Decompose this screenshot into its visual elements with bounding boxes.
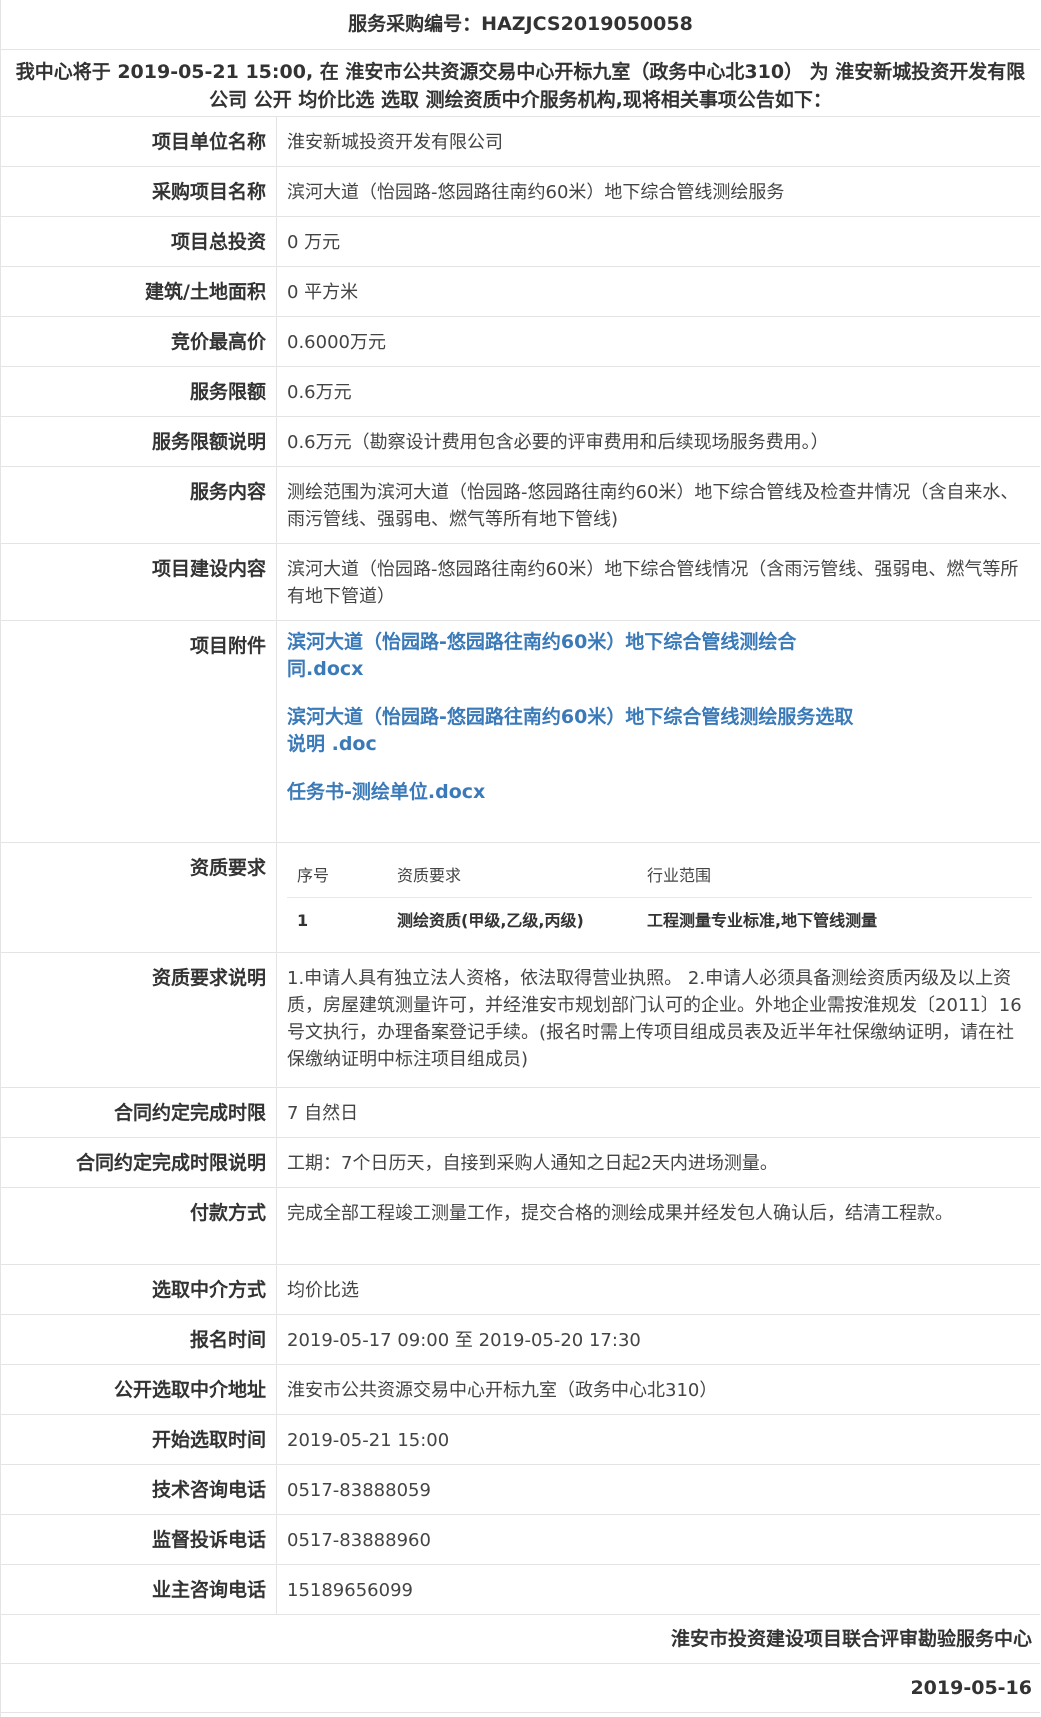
row-value: 2019-05-17 09:00 至 2019-05-20 17:30: [287, 1330, 641, 1351]
row-label: 技术咨询电话: [1, 1465, 277, 1514]
announcement-page: 服务采购编号：HAZJCS2019050058 我中心将于 2019-05-21…: [0, 0, 1040, 1717]
row-label: 选取中介方式: [1, 1265, 277, 1314]
row-label: 监督投诉电话: [1, 1515, 277, 1564]
row-build-content: 项目建设内容 滨河大道（怡园路-悠园路往南约60米）地下综合管线情况（含雨污管线…: [1, 544, 1040, 621]
row-max-price: 竞价最高价 0.6000万元: [1, 317, 1040, 367]
row-label: 服务内容: [1, 467, 277, 543]
row-area: 建筑/土地面积 0 平方米: [1, 267, 1040, 317]
row-label: 项目单位名称: [1, 117, 277, 166]
qualification-table-wrap: 序号 资质要求 行业范围 1 测绘资质(甲级,乙级,丙级) 工程测量专业标准,地…: [277, 843, 1040, 952]
row-payment: 付款方式 完成全部工程竣工测量工作，提交合格的测绘成果并经发包人确认后，结清工程…: [1, 1188, 1040, 1265]
row-value: 15189656099: [287, 1580, 413, 1601]
row-limit-desc: 服务限额说明 0.6万元（勘察设计费用包含必要的评审费用和后续现场服务费用。）: [1, 417, 1040, 467]
table-row: 1 测绘资质(甲级,乙级,丙级) 工程测量专业标准,地下管线测量: [287, 898, 1032, 943]
row-attachments: 项目附件 滨河大道（怡园路-悠园路往南约60米）地下综合管线测绘合同.docx …: [1, 621, 1040, 843]
attachment-link-selection-guide[interactable]: 滨河大道（怡园路-悠园路往南约60米）地下综合管线测绘服务选取说明 .doc: [287, 704, 869, 758]
row-value: 0 万元: [287, 232, 341, 253]
row-value: 均价比选: [287, 1280, 359, 1301]
announcement-intro: 我中心将于 2019-05-21 15:00, 在 淮安市公共资源交易中心开标九…: [1, 50, 1040, 117]
row-value: 工期：7个日历天，自接到采购人通知之日起2天内进场测量。: [287, 1153, 778, 1174]
row-value: 2019-05-21 15:00: [287, 1430, 450, 1451]
row-label: 项目建设内容: [1, 544, 277, 620]
row-label: 资质要求: [1, 843, 277, 952]
row-address: 公开选取中介地址 淮安市公共资源交易中心开标九室（政务中心北310）: [1, 1365, 1040, 1415]
row-label: 合同约定完成时限说明: [1, 1138, 277, 1187]
row-service-content: 服务内容 测绘范围为滨河大道（怡园路-悠园路往南约60米）地下综合管线及检查井情…: [1, 467, 1040, 544]
row-complaint-phone: 监督投诉电话 0517-83888960: [1, 1515, 1040, 1565]
row-qualification: 资质要求 序号 资质要求 行业范围 1 测绘资质(甲级,乙级,丙级) 工程测量专…: [1, 843, 1040, 953]
row-value: 0.6000万元: [287, 332, 386, 353]
table-header-row: 序号 资质要求 行业范围: [287, 853, 1032, 898]
row-label: 服务限额说明: [1, 417, 277, 466]
row-value: 0.6万元（勘察设计费用包含必要的评审费用和后续现场服务费用。）: [287, 432, 829, 453]
row-register-time: 报名时间 2019-05-17 09:00 至 2019-05-20 17:30: [1, 1315, 1040, 1365]
qualification-table: 序号 资质要求 行业范围 1 测绘资质(甲级,乙级,丙级) 工程测量专业标准,地…: [287, 853, 1032, 942]
table-header-cell: 行业范围: [637, 853, 1032, 898]
row-label: 建筑/土地面积: [1, 267, 277, 316]
row-label: 项目总投资: [1, 217, 277, 266]
row-value: 7 自然日: [287, 1103, 359, 1124]
footer-organization: 淮安市投资建设项目联合评审勘验服务中心: [1, 1615, 1040, 1664]
table-header-cell: 序号: [287, 853, 387, 898]
row-value: 淮安市公共资源交易中心开标九室（政务中心北310）: [287, 1380, 718, 1401]
row-investment: 项目总投资 0 万元: [1, 217, 1040, 267]
row-label: 服务限额: [1, 367, 277, 416]
row-deadline: 合同约定完成时限 7 自然日: [1, 1088, 1040, 1138]
row-value: 滨河大道（怡园路-悠园路往南约60米）地下综合管线情况（含雨污管线、强弱电、燃气…: [287, 559, 1019, 607]
row-value: 0 平方米: [287, 282, 359, 303]
row-label: 采购项目名称: [1, 167, 277, 216]
row-label: 项目附件: [1, 621, 277, 842]
attachment-list: 滨河大道（怡园路-悠园路往南约60米）地下综合管线测绘合同.docx 滨河大道（…: [277, 621, 877, 842]
row-start-time: 开始选取时间 2019-05-21 15:00: [1, 1415, 1040, 1465]
procurement-code: 服务采购编号：HAZJCS2019050058: [1, 0, 1040, 50]
row-label: 合同约定完成时限: [1, 1088, 277, 1137]
row-label: 业主咨询电话: [1, 1565, 277, 1614]
table-cell: 测绘资质(甲级,乙级,丙级): [397, 910, 584, 930]
row-service-limit: 服务限额 0.6万元: [1, 367, 1040, 417]
attachment-link-contract[interactable]: 滨河大道（怡园路-悠园路往南约60米）地下综合管线测绘合同.docx: [287, 629, 869, 683]
row-label: 报名时间: [1, 1315, 277, 1364]
row-label: 竞价最高价: [1, 317, 277, 366]
row-value: 1.申请人具有独立法人资格，依法取得营业执照。 2.申请人必须具备测绘资质丙级及…: [287, 968, 1022, 1070]
row-qual-desc: 资质要求说明 1.申请人具有独立法人资格，依法取得营业执照。 2.申请人必须具备…: [1, 953, 1040, 1088]
row-value: 0517-83888059: [287, 1480, 431, 1501]
row-method: 选取中介方式 均价比选: [1, 1265, 1040, 1315]
table-cell: 工程测量专业标准,地下管线测量: [647, 910, 878, 930]
row-label: 资质要求说明: [1, 953, 277, 1087]
row-value: 0517-83888960: [287, 1530, 431, 1551]
attachment-link-task-book[interactable]: 任务书-测绘单位.docx: [287, 779, 869, 806]
table-header-cell: 资质要求: [387, 853, 637, 898]
row-label: 公开选取中介地址: [1, 1365, 277, 1414]
row-value: 完成全部工程竣工测量工作，提交合格的测绘成果并经发包人确认后，结清工程款。: [287, 1203, 953, 1224]
row-value: 滨河大道（怡园路-悠园路往南约60米）地下综合管线测绘服务: [287, 182, 785, 203]
row-tech-phone: 技术咨询电话 0517-83888059: [1, 1465, 1040, 1515]
table-cell: 1: [297, 910, 309, 930]
row-value: 淮安新城投资开发有限公司: [287, 132, 503, 153]
row-value: 测绘范围为滨河大道（怡园路-悠园路往南约60米）地下综合管线及检查井情况（含自来…: [287, 482, 1019, 530]
row-unit: 项目单位名称 淮安新城投资开发有限公司: [1, 117, 1040, 167]
row-label: 付款方式: [1, 1188, 277, 1264]
footer-date: 2019-05-16: [1, 1664, 1040, 1713]
row-label: 开始选取时间: [1, 1415, 277, 1464]
row-value: 0.6万元: [287, 382, 352, 403]
row-owner-phone: 业主咨询电话 15189656099: [1, 1565, 1040, 1615]
row-project-name: 采购项目名称 滨河大道（怡园路-悠园路往南约60米）地下综合管线测绘服务: [1, 167, 1040, 217]
row-deadline-desc: 合同约定完成时限说明 工期：7个日历天，自接到采购人通知之日起2天内进场测量。: [1, 1138, 1040, 1188]
